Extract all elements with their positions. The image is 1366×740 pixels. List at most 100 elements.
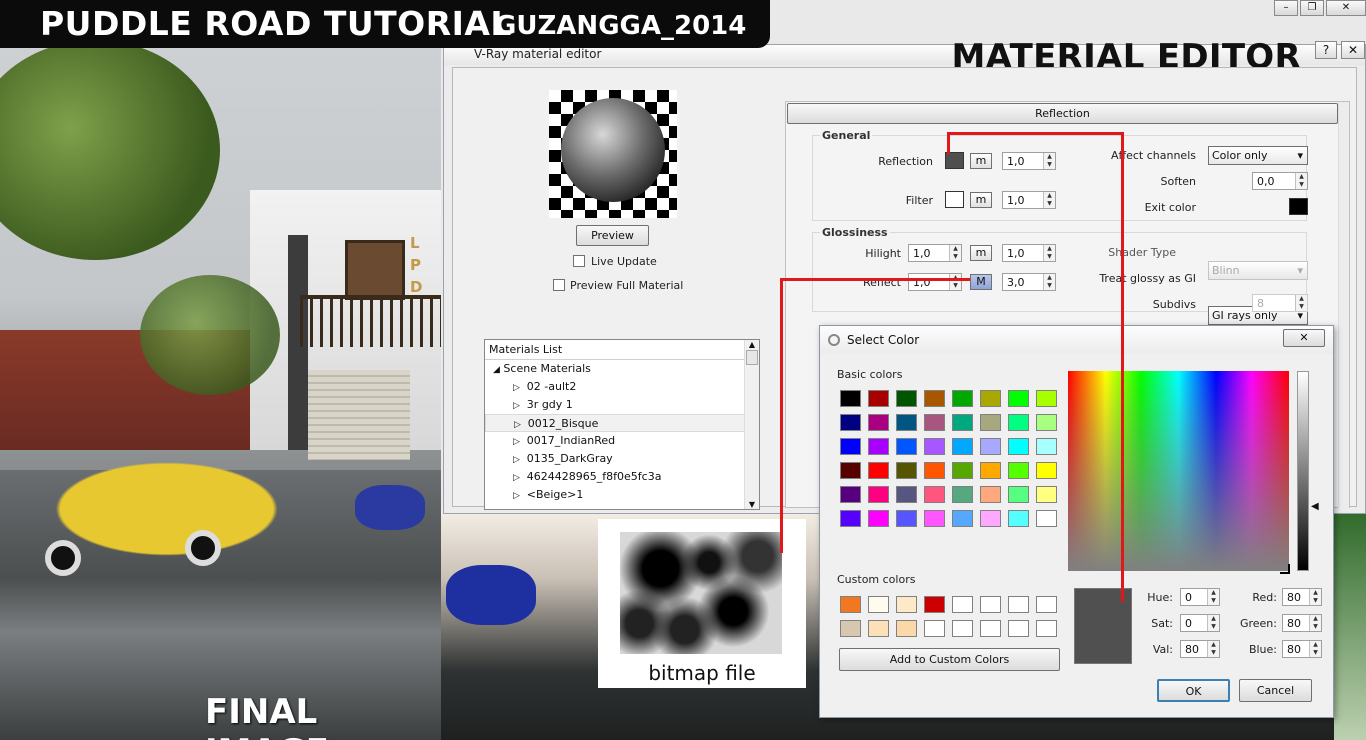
basic-color-swatch[interactable]: [952, 486, 973, 503]
luminance-slider[interactable]: [1297, 371, 1309, 571]
basic-color-swatch[interactable]: [1008, 438, 1029, 455]
basic-color-swatch[interactable]: [1008, 390, 1029, 407]
green-spinner[interactable]: 80 ▲ ▼: [1282, 614, 1322, 632]
basic-color-swatch[interactable]: [980, 486, 1001, 503]
filter-map-button[interactable]: m: [970, 192, 992, 208]
custom-color-swatch[interactable]: [980, 620, 1001, 637]
custom-color-swatch[interactable]: [1008, 620, 1029, 637]
restore-button[interactable]: ❐: [1300, 0, 1324, 16]
basic-color-swatch[interactable]: [868, 390, 889, 407]
material-item[interactable]: ▷ <Beige>1: [485, 486, 759, 504]
panel-scrollbar[interactable]: [1338, 102, 1349, 509]
cancel-button[interactable]: Cancel: [1239, 679, 1312, 702]
basic-color-swatch[interactable]: [896, 486, 917, 503]
basic-color-swatch[interactable]: [1008, 486, 1029, 503]
expand-arrow-icon[interactable]: ▷: [513, 473, 523, 483]
affect-channels-dropdown[interactable]: Color only: [1208, 146, 1308, 165]
reflection-amount-spinner[interactable]: 1,0 ▲ ▼: [1002, 152, 1056, 170]
basic-color-swatch[interactable]: [924, 438, 945, 455]
basic-color-swatch[interactable]: [980, 510, 1001, 527]
reflection-section-header[interactable]: Reflection: [787, 103, 1338, 124]
expand-arrow-icon[interactable]: ▷: [513, 437, 523, 447]
tree-root[interactable]: ◢ Scene Materials: [485, 360, 759, 378]
basic-color-swatch[interactable]: [1036, 510, 1057, 527]
reflect-map-amount-spinner[interactable]: 3,0 ▲ ▼: [1002, 273, 1056, 291]
material-item[interactable]: ▷ 0017_IndianRed: [485, 432, 759, 450]
custom-color-swatch[interactable]: [1008, 596, 1029, 613]
basic-color-swatch[interactable]: [840, 390, 861, 407]
custom-color-swatch[interactable]: [952, 620, 973, 637]
dialog-close-button[interactable]: ✕: [1283, 329, 1325, 347]
basic-color-swatch[interactable]: [868, 486, 889, 503]
basic-color-swatch[interactable]: [924, 510, 945, 527]
basic-color-swatch[interactable]: [1008, 462, 1029, 479]
basic-color-swatch[interactable]: [1008, 510, 1029, 527]
hilight-map-button[interactable]: m: [970, 245, 992, 261]
color-spectrum[interactable]: [1068, 371, 1289, 571]
close-button[interactable]: ✕: [1341, 41, 1365, 59]
hilight-map-amount-spinner[interactable]: 1,0 ▲ ▼: [1002, 244, 1056, 262]
basic-color-swatch[interactable]: [1036, 486, 1057, 503]
reflect-spinner[interactable]: 1,0▲▼: [908, 273, 962, 291]
basic-color-swatch[interactable]: [868, 414, 889, 431]
basic-color-swatch[interactable]: [980, 414, 1001, 431]
shader-type-dropdown[interactable]: Blinn: [1208, 261, 1308, 280]
hilight-spinner[interactable]: 1,0 ▲ ▼: [908, 244, 962, 262]
material-item[interactable]: ▷ 02 -ault2: [485, 378, 759, 396]
ok-button[interactable]: OK: [1157, 679, 1230, 702]
subdivs-spinner[interactable]: 8 ▲ ▼: [1252, 294, 1308, 312]
blue-spinner[interactable]: 80 ▲ ▼: [1282, 640, 1322, 658]
filter-color-swatch[interactable]: [945, 191, 964, 208]
basic-color-swatch[interactable]: [896, 390, 917, 407]
red-spinner[interactable]: 80 ▲ ▼: [1282, 588, 1322, 606]
hue-spinner[interactable]: 0 ▲ ▼: [1180, 588, 1220, 606]
material-item[interactable]: ▷ 3r gdy 1: [485, 396, 759, 414]
material-item[interactable]: ▷ 0135_DarkGray: [485, 450, 759, 468]
basic-color-swatch[interactable]: [924, 414, 945, 431]
basic-color-swatch[interactable]: [924, 486, 945, 503]
scroll-thumb[interactable]: [746, 350, 758, 365]
basic-color-swatch[interactable]: [1008, 414, 1029, 431]
scroll-up-icon[interactable]: ▲: [745, 340, 759, 349]
expand-arrow-icon[interactable]: ▷: [513, 455, 523, 465]
basic-color-swatch[interactable]: [840, 438, 861, 455]
reflection-color-swatch[interactable]: [945, 152, 964, 169]
basic-color-swatch[interactable]: [1036, 462, 1057, 479]
basic-color-swatch[interactable]: [840, 414, 861, 431]
basic-color-swatch[interactable]: [980, 462, 1001, 479]
basic-color-swatch[interactable]: [896, 462, 917, 479]
val-spinner[interactable]: 80 ▲ ▼: [1180, 640, 1220, 658]
basic-color-swatch[interactable]: [1036, 390, 1057, 407]
expand-arrow-icon[interactable]: ▷: [514, 420, 524, 430]
basic-color-swatch[interactable]: [840, 510, 861, 527]
preview-button[interactable]: Preview: [576, 225, 649, 246]
basic-color-swatch[interactable]: [952, 510, 973, 527]
basic-color-swatch[interactable]: [840, 462, 861, 479]
custom-color-swatch[interactable]: [924, 620, 945, 637]
luminance-arrow-icon[interactable]: ◀: [1311, 501, 1319, 512]
basic-color-swatch[interactable]: [868, 438, 889, 455]
basic-color-swatch[interactable]: [980, 390, 1001, 407]
basic-color-swatch[interactable]: [924, 462, 945, 479]
custom-color-swatch[interactable]: [868, 620, 889, 637]
preview-full-checkbox[interactable]: [553, 279, 565, 291]
sat-spinner[interactable]: 0 ▲ ▼: [1180, 614, 1220, 632]
custom-color-swatch[interactable]: [952, 596, 973, 613]
basic-color-swatch[interactable]: [868, 510, 889, 527]
expanded-icon[interactable]: ◢: [493, 365, 500, 375]
basic-color-swatch[interactable]: [1036, 414, 1057, 431]
live-update-checkbox[interactable]: [573, 255, 585, 267]
material-item[interactable]: ▷ 4624428965_f8f0e5fc3a: [485, 468, 759, 486]
expand-arrow-icon[interactable]: ▷: [513, 401, 523, 411]
basic-color-swatch[interactable]: [924, 390, 945, 407]
minimize-button[interactable]: –: [1274, 0, 1298, 16]
add-custom-colors-button[interactable]: Add to Custom Colors: [839, 648, 1060, 671]
basic-color-swatch[interactable]: [1036, 438, 1057, 455]
basic-color-swatch[interactable]: [840, 486, 861, 503]
basic-color-swatch[interactable]: [980, 438, 1001, 455]
scroll-down-icon[interactable]: ▼: [745, 500, 759, 509]
help-button[interactable]: ?: [1315, 41, 1337, 59]
exit-color-swatch[interactable]: [1289, 198, 1308, 215]
custom-color-swatch[interactable]: [840, 596, 861, 613]
basic-color-swatch[interactable]: [896, 510, 917, 527]
